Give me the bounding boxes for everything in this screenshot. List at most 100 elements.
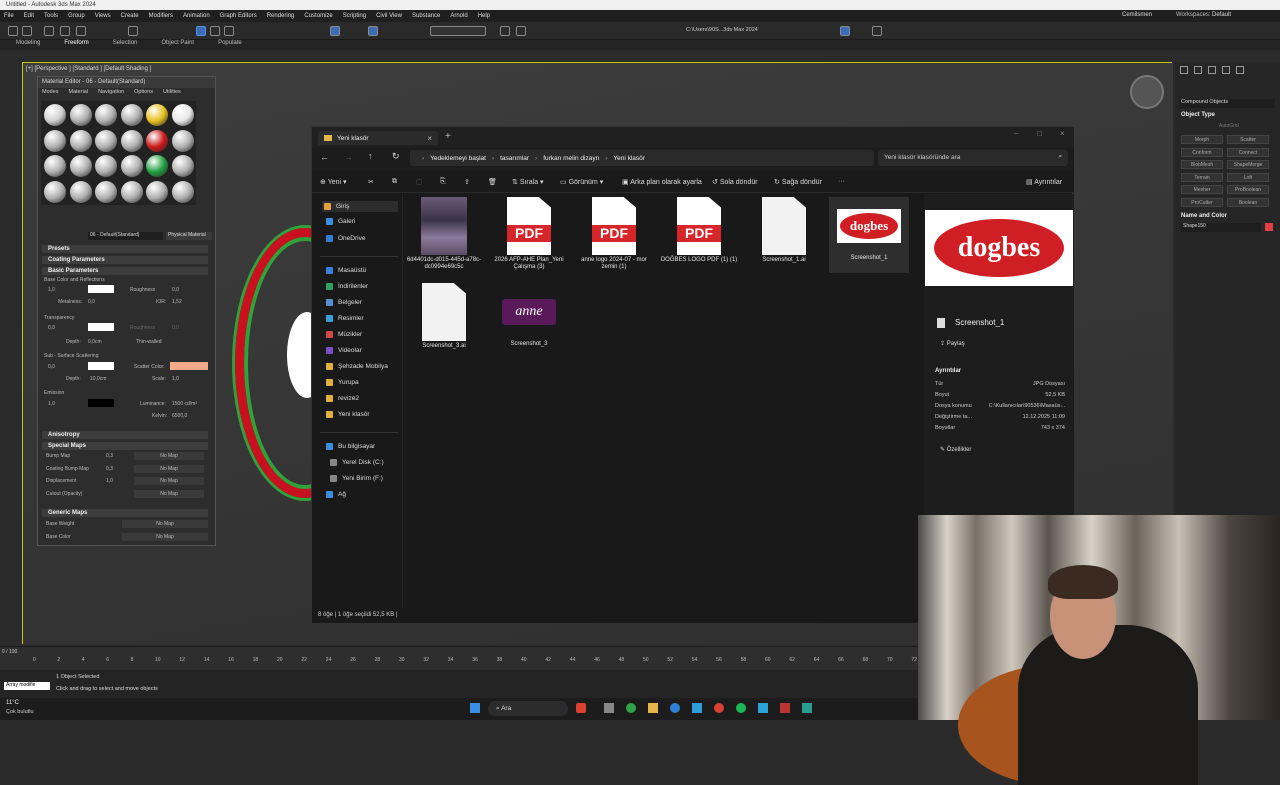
store-icon[interactable] [692,703,702,713]
redo-icon[interactable] [22,26,32,36]
material-sample-slot[interactable] [44,155,66,177]
workspace-select[interactable]: Default [1212,12,1231,18]
generic-map-label[interactable]: Base Color [46,534,71,540]
project-path[interactable]: C:\Users\90S...3ds Max 2024 [686,27,766,33]
nav-item[interactable]: OneDrive [326,235,365,242]
maximize-icon[interactable]: □ [1037,129,1042,138]
nav-item[interactable]: Yerel Disk (C:) [330,459,384,466]
file-item[interactable]: PDF DOĞBES LOGO PDF (1) (1) [659,197,739,264]
file-item[interactable]: dogbes Screenshot_1 [829,197,909,273]
roughness-value[interactable]: 0,0 [172,287,179,293]
transparency-swatch[interactable] [88,323,114,331]
special-map-label[interactable]: Bump Map [46,453,70,459]
material-sample-slot[interactable] [44,129,66,152]
menu-item[interactable]: Rendering [267,13,295,19]
menu-item[interactable]: Create [121,13,139,19]
menu-item[interactable]: Graph Editors [220,13,257,19]
material-sample-slot[interactable] [171,155,194,177]
special-map-amount[interactable]: 0,3 [106,453,113,459]
file-explorer-icon[interactable] [648,703,658,713]
material-sample-slot[interactable] [120,180,143,203]
generic-map-button[interactable]: No Map [122,520,208,528]
nav-item[interactable]: Yeni Birim (F:) [330,475,383,482]
presets-rollout[interactable]: Presets [42,245,208,253]
file-item[interactable]: 6d4401dc-d015-445d-a78c-dc0994e69c5c [404,197,484,271]
compound-object-button[interactable]: Morph [1181,135,1223,144]
object-color-swatch[interactable] [1265,223,1273,231]
nav-item[interactable]: İndirilenler [326,283,368,290]
name-color-heading[interactable]: Name and Color [1181,213,1227,219]
sss-depth-value[interactable]: 10,0cm [90,376,106,382]
coating-rollout[interactable]: Coating Parameters [42,256,208,264]
breadcrumb-item[interactable]: Yedeklemeyi başlat [430,155,486,162]
metalness-value[interactable]: 0,0 [88,299,95,305]
nav-item[interactable]: Belgeler [326,299,362,306]
menu-item[interactable]: Substance [412,13,440,19]
compound-object-button[interactable]: Conform [1181,147,1223,157]
material-sample-slot[interactable] [69,104,92,126]
back-icon[interactable]: ← [320,152,329,162]
refresh-icon[interactable]: ↻ [392,151,400,162]
autocad-icon[interactable] [780,703,790,713]
material-sample-slot[interactable] [146,180,168,203]
material-sample-slot[interactable] [120,104,143,126]
menu-item[interactable]: Civil View [376,13,402,19]
material-sample-slot[interactable] [95,104,117,126]
menu-item[interactable]: Group [68,13,85,19]
scale-icon[interactable] [224,26,234,36]
copy-icon[interactable]: ⧉ [392,178,397,186]
mirror-icon[interactable] [500,26,510,36]
material-sample-slot[interactable] [44,104,66,126]
bind-icon[interactable] [76,26,86,36]
material-menu-item[interactable]: Material [69,89,89,98]
details-pane-button[interactable]: ▤ Ayrıntılar [1026,178,1062,186]
emission-color-swatch[interactable] [88,399,114,407]
breadcrumb-item[interactable]: tasarımlar [500,155,529,162]
transparency-roughness-value[interactable]: 0,0 [172,325,179,331]
depth-value[interactable]: 0,0cm [88,339,102,345]
rotate-right-button[interactable]: ↻ Sağa döndür [774,178,822,186]
material-sample-slot[interactable] [146,104,168,126]
material-sample-slot[interactable] [171,129,194,152]
new-button[interactable]: ⊕ Yeni ▾ [320,178,347,186]
menu-item[interactable]: Views [95,13,111,19]
forward-icon[interactable]: → [344,152,353,162]
file-item[interactable]: Screenshot_1.ai [744,197,824,264]
task-view-icon[interactable] [604,703,614,713]
luminance-value[interactable]: 1500 cd/m² [172,401,197,407]
search-input[interactable]: Yeni klasör klasöründe ara ⌕ [878,150,1068,166]
user-account[interactable]: Cemilsmen [1122,12,1152,18]
generic-map-label[interactable]: Base Weight [46,521,74,527]
material-sample-slot[interactable] [146,155,168,177]
weather-temp[interactable]: 11°C [6,700,19,706]
nav-item[interactable]: Şehzade Mobilya [326,363,388,370]
edge-icon[interactable] [670,703,680,713]
compound-object-button[interactable]: Mesher [1181,185,1223,194]
autogrid-checkbox[interactable]: AutoGrid [1219,123,1239,129]
selection-set-dropdown[interactable] [430,26,486,36]
new-tab-icon[interactable]: + [445,131,451,142]
move-icon[interactable] [196,26,206,36]
rotate-left-button[interactable]: ↺ Sola döndür [712,178,758,186]
category-dropdown[interactable]: Compound Objects [1179,99,1275,108]
rotate-icon[interactable] [210,26,220,36]
close-tab-icon[interactable]: × [427,134,432,143]
thin-walled-checkbox[interactable]: Thin-walled [136,339,162,345]
special-map-amount[interactable]: 1,0 [106,478,113,484]
menu-item[interactable]: File [4,13,14,19]
emission-value[interactable]: 1,0 [48,401,55,407]
transparency-value[interactable]: 0,0 [48,325,55,331]
explorer-tab[interactable]: Yeni klasör × [318,131,438,145]
breadcrumb-item[interactable]: Yeni klasör [613,155,645,162]
compound-object-button[interactable]: Boolean [1227,197,1269,207]
ribbon-tab[interactable]: Object Paint [161,40,194,50]
spotify-icon[interactable] [736,703,746,713]
special-map-label[interactable]: Coating Bump Map [46,466,89,472]
cut-icon[interactable]: ✂ [368,178,374,186]
material-sample-slot[interactable] [171,180,194,203]
menu-item[interactable]: Scripting [343,13,366,19]
ior-value[interactable]: 1,52 [172,299,182,305]
minimize-icon[interactable]: – [1014,129,1018,138]
telegram-icon[interactable] [758,703,768,713]
compound-object-button[interactable]: ProBoolean [1227,185,1269,194]
